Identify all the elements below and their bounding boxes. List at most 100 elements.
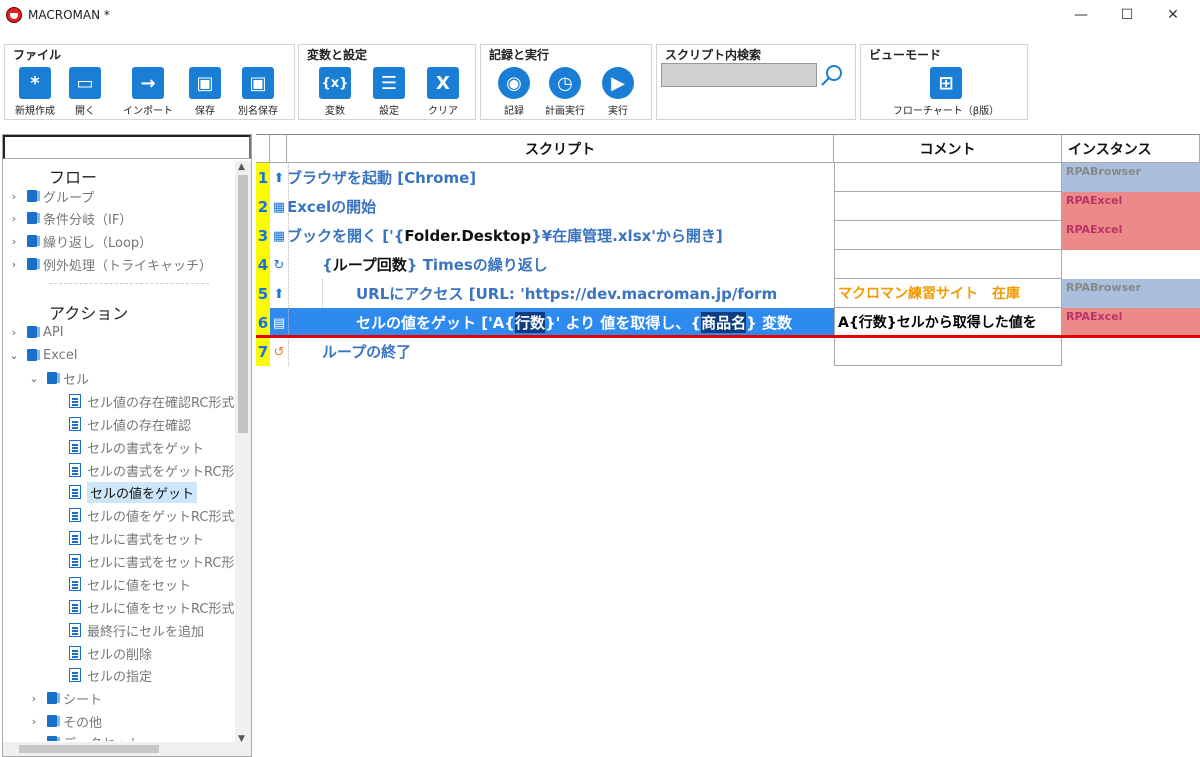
document-icon (69, 463, 81, 477)
tree-item-group[interactable]: › グループ (7, 185, 94, 207)
close-button[interactable]: ✕ (1150, 0, 1196, 30)
tree-item-label: その他 (63, 715, 103, 731)
tree-action-item[interactable]: セルに書式をセット (69, 527, 204, 549)
tree-action-item[interactable]: セル値の存在確認 (69, 413, 191, 435)
instance-cell[interactable]: RPAExcel (1062, 192, 1200, 221)
script-row[interactable]: 3 ▦ ブックを開く ['{Folder.Desktop}¥在庫管理.xlsx'… (256, 221, 1200, 250)
new-button[interactable]: * 新規作成 (8, 67, 62, 117)
clear-button[interactable]: X クリア (416, 67, 470, 117)
script-row[interactable]: 2 ▦ Excelの開始 RPAExcel (256, 192, 1200, 221)
chevron-right-icon[interactable]: › (27, 715, 41, 728)
header-instance[interactable]: インスタンス (1062, 135, 1200, 163)
scroll-up-icon[interactable]: ▲ (238, 162, 245, 172)
grid-header: スクリプト コメント インスタンス (256, 134, 1200, 163)
comment-cell[interactable]: マクロマン練習サイト 在庫 (834, 279, 1062, 308)
tree-item-dataset[interactable]: › データセット (27, 731, 141, 741)
chevron-right-icon[interactable]: › (7, 258, 21, 271)
tree-action-item[interactable]: 最終行にセルを追加 (69, 619, 204, 641)
save-as-button[interactable]: ▣ 別名保存 (231, 67, 285, 117)
asterisk-icon: * (19, 67, 51, 99)
tree-action-item[interactable]: セルの書式をゲット (69, 436, 204, 458)
chevron-down-icon[interactable]: ⌄ (7, 349, 21, 362)
tree-item-api[interactable]: › API (7, 321, 64, 343)
tree-action-item[interactable]: セルに値をセット (69, 573, 191, 595)
chevron-right-icon[interactable]: › (27, 692, 41, 705)
minimize-button[interactable]: — (1058, 0, 1104, 30)
tree-action-label: 最終行にセルを追加 (87, 624, 205, 640)
instance-cell[interactable]: RPAExcel (1062, 308, 1200, 337)
book-icon (27, 235, 40, 247)
tree-item-sheet[interactable]: › シート (27, 687, 102, 709)
tree-vertical-scrollbar[interactable]: ▲ ▼ (235, 161, 251, 745)
comment-cell[interactable] (834, 163, 1062, 192)
instance-cell[interactable] (1062, 337, 1200, 366)
tree-action-item[interactable]: セルの値をゲットRC形式 (69, 504, 234, 526)
browser-icon: ⬆ (273, 170, 285, 186)
scroll-thumb[interactable] (238, 175, 248, 433)
schedule-run-button-label: 計画実行 (545, 106, 585, 117)
instance-cell[interactable]: RPAExcel (1062, 221, 1200, 250)
instance-cell[interactable] (1062, 250, 1200, 279)
script-row[interactable]: 4 ↻ {ループ回数} Timesの繰り返し (256, 250, 1200, 279)
tree-item-label: 条件分岐（IF） (43, 212, 133, 228)
script-text-part: } Timesの繰り返し (406, 256, 548, 274)
script-row[interactable]: 5 ⬆ URLにアクセス [URL: 'https://dev.macroman… (256, 279, 1200, 308)
search-icon[interactable] (819, 63, 845, 89)
comment-cell[interactable] (834, 337, 1062, 366)
tree-action-item-selected[interactable]: セルの値をゲット (69, 481, 198, 503)
script-search-input[interactable] (661, 63, 817, 87)
script-variable: Folder.Desktop (404, 226, 532, 245)
chevron-right-icon[interactable]: › (7, 190, 21, 203)
instance-cell[interactable]: RPABrowser (1062, 279, 1200, 308)
tree-item-cell[interactable]: ⌄ セル (27, 367, 89, 389)
tree-action-item[interactable]: セル値の存在確認RC形式 (69, 390, 234, 412)
tree-action-item[interactable]: セルの指定 (69, 664, 152, 686)
comment-cell[interactable]: A{行数}セルから取得した値を (834, 308, 1062, 337)
tree-action-item[interactable]: セルの書式をゲットRC形式 (69, 459, 235, 481)
run-button[interactable]: ▶ 実行 (591, 67, 645, 117)
clear-button-label: クリア (428, 106, 458, 117)
scroll-thumb[interactable] (19, 745, 159, 753)
tree-item-try-catch[interactable]: › 例外処理（トライキャッチ） (7, 253, 212, 275)
tree-item-loop[interactable]: › 繰り返し（Loop） (7, 230, 152, 252)
import-button[interactable]: → インポート (121, 67, 175, 117)
tree-horizontal-scrollbar[interactable] (3, 742, 251, 756)
script-text-part: }' より 値を取得し、{ (544, 314, 702, 332)
chevron-right-icon[interactable]: › (27, 736, 41, 742)
variables-button[interactable]: {x} 変数 (308, 67, 362, 117)
open-button[interactable]: ▭ 開く (58, 67, 112, 117)
maximize-button[interactable]: ☐ (1104, 0, 1150, 30)
comment-cell[interactable] (834, 192, 1062, 221)
settings-button[interactable]: ☰ 設定 (362, 67, 416, 117)
record-button[interactable]: ◉ 記録 (487, 67, 541, 117)
schedule-run-button[interactable]: ◷ 計画実行 (538, 67, 592, 117)
document-icon (69, 440, 81, 454)
chevron-down-icon[interactable]: ⌄ (27, 372, 41, 385)
chevron-right-icon[interactable]: › (7, 326, 21, 339)
tree-action-item[interactable]: セルの削除 (69, 642, 152, 664)
header-script[interactable]: スクリプト (287, 135, 834, 163)
comment-cell[interactable] (834, 250, 1062, 279)
chevron-right-icon[interactable]: › (7, 235, 21, 248)
tree-search-input[interactable] (3, 135, 251, 159)
title-bar: MACROMAN * — ☐ ✕ (0, 0, 1200, 30)
script-text: ブックを開く ['{Folder.Desktop}¥在庫管理.xlsx'から開き… (287, 221, 834, 250)
book-icon (47, 736, 60, 741)
script-row[interactable]: 7 ↺ ループの終了 (256, 337, 1200, 366)
instance-cell[interactable]: RPABrowser (1062, 163, 1200, 192)
script-text: ループの終了 (322, 343, 412, 361)
tree-item-excel[interactable]: ⌄ Excel (7, 344, 77, 366)
comment-cell[interactable] (834, 221, 1062, 250)
tree-action-item[interactable]: セルに値をセットRC形式 (69, 596, 234, 618)
flowchart-button[interactable]: ⊞ フローチャート（β版） (891, 67, 1001, 117)
header-comment[interactable]: コメント (834, 135, 1062, 163)
tree-action-item[interactable]: セルに書式をセットRC形式 (69, 550, 235, 572)
book-icon (27, 349, 40, 361)
tree-item-other[interactable]: › その他 (27, 710, 102, 732)
tree-item-if[interactable]: › 条件分岐（IF） (7, 207, 133, 229)
loop-icon: ↻ (273, 257, 285, 273)
chevron-right-icon[interactable]: › (7, 212, 21, 225)
save-button[interactable]: ▣ 保存 (178, 67, 232, 117)
script-row[interactable]: 1 ⬆ ブラウザを起動 [Chrome] RPABrowser (256, 163, 1200, 192)
script-row-selected[interactable]: 6 ▤ セルの値をゲット ['A{行数}' より 値を取得し、{商品名} 変数 … (256, 308, 1200, 337)
